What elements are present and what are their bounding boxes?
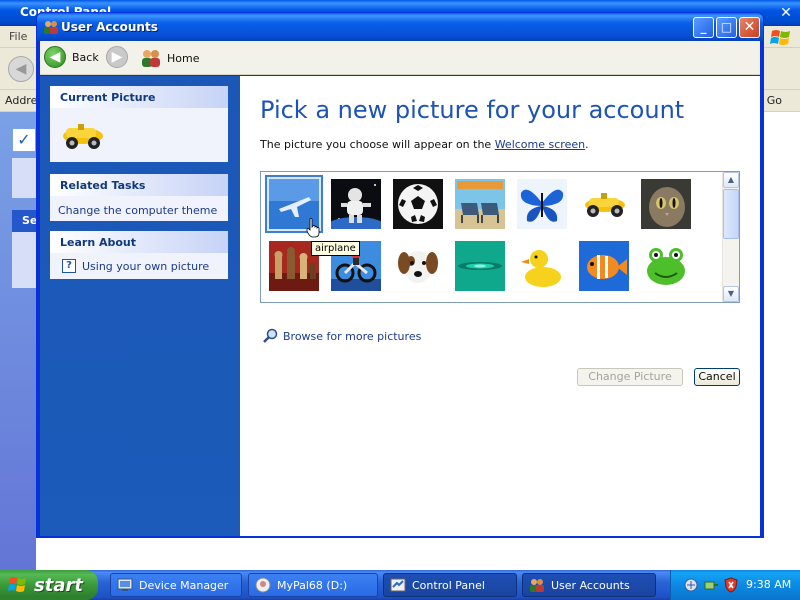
hand-cursor-icon	[306, 218, 320, 238]
taskbar-item-label: Device Manager	[139, 578, 229, 592]
own-picture-link[interactable]: Using your own picture	[82, 260, 209, 273]
user-accounts-icon	[530, 579, 544, 592]
page-description: The picture you choose will appear on th…	[260, 138, 589, 151]
picture-butterfly[interactable]	[517, 179, 567, 229]
dog-icon	[393, 241, 443, 291]
device-manager-icon	[117, 578, 133, 591]
change-picture-button[interactable]: Change Picture	[577, 368, 683, 386]
network-icon[interactable]	[683, 577, 699, 593]
taskbar-item-control-panel[interactable]: Control Panel	[383, 573, 517, 597]
main-content: Pick a new picture for your account The …	[240, 76, 760, 536]
beach-chairs-icon	[455, 179, 505, 229]
control-panel-close-button[interactable]: ✕	[776, 3, 796, 23]
scroll-thumb[interactable]	[723, 189, 739, 239]
back-button[interactable]: ◀ Back	[44, 44, 105, 70]
forward-button[interactable]: ▶	[106, 46, 128, 68]
taskbar-item-label: MyPal68 (D:)	[277, 578, 348, 592]
user-accounts-titlebar[interactable]: User Accounts _ □ ✕	[37, 13, 763, 41]
back-arrow-icon: ◀	[44, 46, 66, 68]
welcome-screen-link[interactable]: Welcome screen	[495, 138, 585, 151]
picture-cat[interactable]	[641, 179, 691, 229]
cancel-button[interactable]: Cancel	[694, 368, 740, 386]
menu-file[interactable]: File	[9, 30, 27, 43]
control-panel-back-button[interactable]: ◀	[8, 56, 34, 82]
fish-icon	[579, 241, 629, 291]
duck-icon	[517, 241, 567, 291]
butterfly-icon	[517, 179, 567, 229]
close-button[interactable]: ✕	[739, 17, 760, 38]
picture-soccer-ball[interactable]	[393, 179, 443, 229]
picture-list-scrollbar[interactable]: ▲ ▼	[722, 172, 739, 302]
task-check-icon: ✓	[12, 128, 36, 152]
minimize-button[interactable]: _	[693, 17, 714, 38]
scroll-up-button[interactable]: ▲	[723, 172, 739, 188]
race-car-icon	[579, 179, 629, 229]
picture-dog[interactable]	[393, 241, 443, 291]
picture-tooltip: airplane	[311, 241, 360, 256]
system-tray: 9:38 AM	[670, 570, 800, 600]
current-picture-race-car-icon	[63, 124, 103, 149]
picture-astronaut[interactable]	[331, 179, 381, 229]
task-panel	[12, 158, 36, 198]
learn-about-heading: Learn About	[50, 231, 228, 253]
learn-about-panel: Learn About ? Using your own picture	[50, 231, 228, 279]
picture-fish[interactable]	[579, 241, 629, 291]
picture-duck[interactable]	[517, 241, 567, 291]
control-panel-content	[762, 112, 800, 570]
picture-beach-chairs[interactable]	[455, 179, 505, 229]
browse-label: Browse for more pictures	[283, 329, 422, 343]
picture-horses[interactable]	[455, 241, 505, 291]
help-icon: ?	[62, 259, 76, 273]
description-suffix: .	[585, 138, 589, 151]
picture-list: ▲ ▼	[260, 171, 740, 303]
home-label: Home	[167, 51, 200, 65]
astronaut-icon	[331, 179, 381, 229]
user-accounts-icon	[44, 21, 58, 34]
navigation-bar: ◀ Back ▶ Home	[40, 41, 760, 75]
start-button[interactable]: start	[0, 570, 98, 600]
user-accounts-window: User Accounts _ □ ✕ ◀ Back ▶ Home Curren…	[36, 12, 764, 538]
scroll-down-button[interactable]: ▼	[723, 286, 739, 302]
clock: 9:38 AM	[746, 578, 792, 591]
current-picture-panel: Current Picture	[50, 86, 228, 162]
frog-icon	[641, 241, 691, 291]
taskbar-item-label: Control Panel	[412, 578, 485, 592]
task-panel	[12, 232, 36, 288]
window-title: User Accounts	[61, 20, 158, 34]
change-theme-link[interactable]: Change the computer theme	[58, 204, 217, 217]
magnifier-icon	[263, 328, 278, 343]
windows-logo-icon	[8, 577, 26, 592]
start-label: start	[34, 574, 83, 596]
control-panel-icon	[390, 578, 406, 592]
go-button[interactable]: Go	[767, 94, 782, 107]
safely-remove-icon[interactable]	[703, 577, 719, 593]
horses-icon	[455, 241, 505, 291]
picture-frog[interactable]	[641, 241, 691, 291]
maximize-button[interactable]: □	[716, 17, 737, 38]
taskbar-item-label: User Accounts	[551, 578, 630, 592]
soccer-ball-icon	[393, 179, 443, 229]
taskbar-item-mypal[interactable]: MyPal68 (D:)	[248, 573, 378, 597]
mypal-icon	[255, 577, 271, 593]
related-tasks-heading: Related Tasks	[50, 174, 228, 196]
taskbar: start Device Manager MyPal68 (D:) Contro…	[0, 570, 800, 600]
task-panel-heading: Se	[12, 210, 37, 232]
home-users-icon	[142, 50, 160, 67]
current-picture-heading: Current Picture	[50, 86, 228, 108]
taskbar-item-user-accounts[interactable]: User Accounts	[522, 573, 656, 597]
browse-pictures-link[interactable]: Browse for more pictures	[262, 328, 421, 344]
windows-logo-icon	[770, 30, 790, 45]
security-shield-icon[interactable]	[723, 577, 739, 593]
page-title: Pick a new picture for your account	[260, 96, 685, 124]
home-button[interactable]: Home	[140, 45, 199, 71]
taskbar-item-device-manager[interactable]: Device Manager	[110, 573, 242, 597]
description-prefix: The picture you choose will appear on th…	[260, 138, 495, 151]
related-tasks-panel: Related Tasks Change the computer theme	[50, 174, 228, 221]
cat-icon	[641, 179, 691, 229]
picture-race-car[interactable]	[579, 179, 629, 229]
sidebar: Current Picture Related Tasks Change the…	[40, 76, 240, 536]
back-label: Back	[72, 50, 99, 64]
